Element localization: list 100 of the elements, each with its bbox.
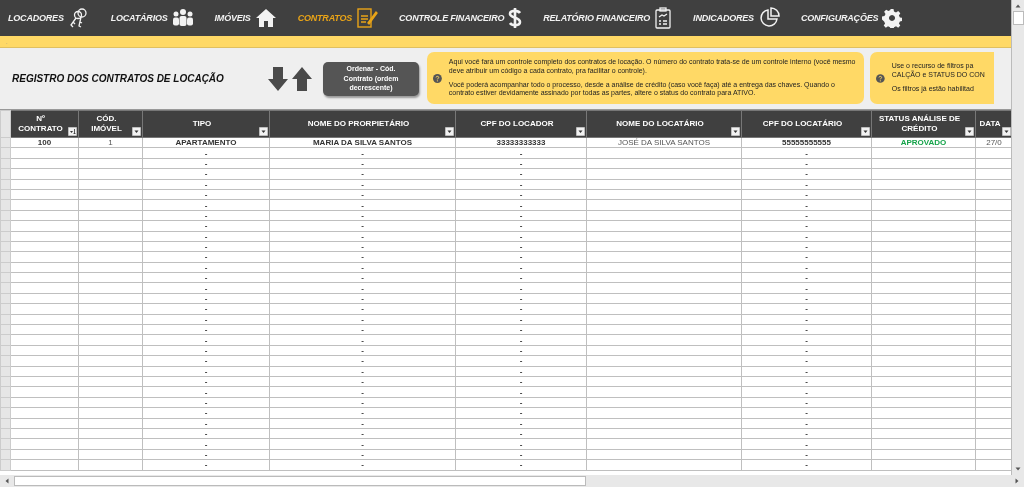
table-cell: - <box>361 211 364 220</box>
table-cell: - <box>204 377 208 386</box>
table-cell: - <box>805 367 808 376</box>
table-cell: - <box>805 356 808 366</box>
table-cell: - <box>805 377 808 386</box>
table-cell: 1 <box>108 138 113 147</box>
table-cell: - <box>204 148 208 158</box>
filter-dropdown-icon[interactable] <box>132 127 141 136</box>
nav-tab[interactable]: INDICADORES <box>693 7 780 29</box>
table-cell: - <box>805 200 808 210</box>
filter-dropdown-icon[interactable] <box>861 127 870 136</box>
filter-dropdown-icon[interactable] <box>1002 127 1011 136</box>
table-cell: - <box>361 200 364 210</box>
table-cell: JOSÉ DA SILVA SANTOS <box>617 138 710 147</box>
table-cell: - <box>361 180 364 189</box>
table-cell: - <box>519 387 523 397</box>
table-cell: - <box>519 325 523 334</box>
horizontal-scrollbar[interactable] <box>0 475 1024 487</box>
table-cell: - <box>204 273 208 282</box>
table-cell: - <box>204 190 208 199</box>
table-cell: - <box>361 450 364 459</box>
table-cell: - <box>204 460 208 469</box>
table-cell: - <box>519 263 523 272</box>
table-cell: 55555555555 <box>782 138 831 147</box>
table-cell: - <box>204 221 208 230</box>
table-cell: - <box>361 284 364 293</box>
table-cell: - <box>204 284 208 293</box>
table-cell: - <box>805 419 808 428</box>
table-cell: 33333333333 <box>496 138 546 147</box>
column-title: CPF DO LOCATÁRIO <box>762 119 843 128</box>
table-cell: - <box>805 159 808 168</box>
table-cell: - <box>519 242 523 251</box>
nav-tab[interactable]: CONTROLE FINANCEIRO <box>399 7 523 29</box>
table-cell: - <box>361 367 364 376</box>
table-cell: - <box>361 315 364 324</box>
table-cell: - <box>519 252 523 262</box>
sort-filter-icon[interactable] <box>68 127 77 136</box>
table-cell: 27/0 <box>986 138 1002 147</box>
table-cell: - <box>361 460 364 469</box>
vertical-scrollbar[interactable] <box>1012 0 1024 475</box>
nav-tab[interactable]: CONFIGURAÇÕES <box>800 8 903 28</box>
settings-icon <box>882 8 903 28</box>
table-cell: - <box>361 273 364 282</box>
filter-dropdown-icon[interactable] <box>445 127 454 136</box>
table-cell: - <box>204 211 208 220</box>
dollar-icon <box>508 7 523 29</box>
nav-tab[interactable]: RELATÓRIO FINANCEIRO <box>543 7 673 29</box>
table-cell: APARTAMENTO <box>175 138 237 147</box>
filter-dropdown-icon[interactable] <box>965 127 974 136</box>
table-cell: - <box>519 367 523 376</box>
table-cell: - <box>361 159 364 168</box>
scroll-thumb[interactable] <box>14 476 586 486</box>
table-cell: - <box>361 325 364 334</box>
table-cell: - <box>805 429 808 438</box>
filter-dropdown-icon[interactable] <box>731 127 740 136</box>
table-cell: - <box>361 148 364 158</box>
table-cell: - <box>204 315 208 324</box>
table-cell: - <box>805 273 808 282</box>
table-cell: - <box>519 284 523 293</box>
table-cell: - <box>204 263 208 272</box>
table-cell: - <box>805 315 808 324</box>
table-cell: - <box>204 356 208 366</box>
table-cell: - <box>204 200 208 210</box>
table-cell: - <box>361 263 364 272</box>
table-cell: - <box>805 169 808 178</box>
table-cell: - <box>519 377 523 386</box>
table-cell: - <box>519 460 523 469</box>
table-cell: - <box>204 232 208 241</box>
table-cell: - <box>204 398 208 407</box>
table-cell: - <box>805 387 808 397</box>
nav-tab[interactable]: CONTRATOS <box>297 7 379 29</box>
table-cell: 100 <box>37 138 52 147</box>
table-cell: - <box>805 304 808 314</box>
table-cell: - <box>519 335 523 345</box>
table-cell: - <box>361 356 364 366</box>
table-cell: - <box>805 450 808 459</box>
table-cell: - <box>361 387 364 397</box>
nav-tab[interactable]: LOCADORES <box>8 7 90 29</box>
nav-tab[interactable]: IMÓVEIS <box>214 8 277 28</box>
column-title: TIPO <box>192 119 212 128</box>
table-cell: - <box>204 439 208 449</box>
table-cell: - <box>361 408 364 417</box>
filter-dropdown-icon[interactable] <box>259 127 268 136</box>
table-cell: - <box>204 429 208 438</box>
table-cell: - <box>519 429 523 438</box>
table-cell: - <box>519 148 523 158</box>
table-cell: MARIA DA SILVA SANTOS <box>312 138 413 147</box>
table-cell: - <box>519 211 523 220</box>
table-cell: - <box>204 325 208 334</box>
table-cell: - <box>805 439 808 449</box>
table-cell: - <box>361 304 364 314</box>
nav-tab[interactable]: LOCATÁRIOS <box>110 8 194 28</box>
filter-dropdown-icon[interactable] <box>576 127 585 136</box>
table-cell: - <box>519 450 523 459</box>
table-cell: - <box>204 450 208 459</box>
table-cell: - <box>805 335 808 345</box>
clipboard-icon <box>654 7 673 29</box>
scroll-thumb[interactable] <box>1012 11 1024 25</box>
table-cell: - <box>361 439 364 449</box>
table-cell: - <box>519 398 523 407</box>
